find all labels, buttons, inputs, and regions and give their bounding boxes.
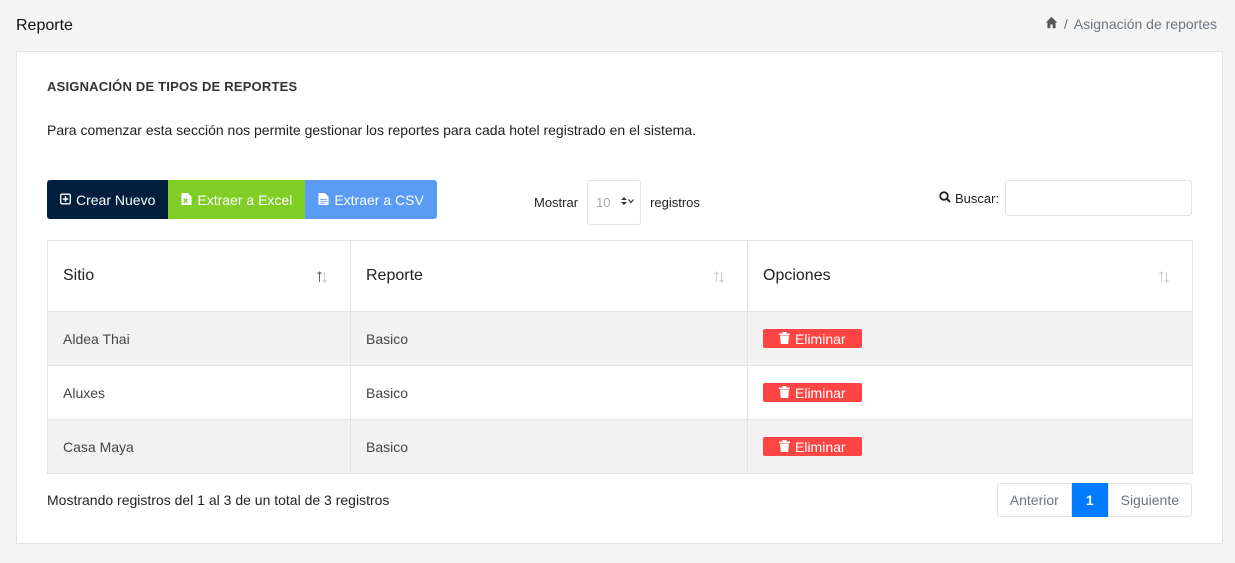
sort-asc-icon xyxy=(316,270,328,284)
select-arrows-icon xyxy=(620,195,635,210)
home-icon[interactable] xyxy=(1045,16,1058,32)
file-text-icon xyxy=(318,192,329,208)
delete-button[interactable]: Eliminar xyxy=(763,383,862,402)
column-header-label: Sitio xyxy=(63,267,95,284)
delete-label: Eliminar xyxy=(795,384,846,401)
breadcrumb: / Asignación de reportes xyxy=(1045,16,1217,32)
export-csv-label: Extraer a CSV xyxy=(334,191,424,208)
trash-icon xyxy=(779,331,790,347)
column-header-label: Reporte xyxy=(366,267,423,284)
breadcrumb-current: Asignación de reportes xyxy=(1073,16,1217,32)
export-csv-button[interactable]: Extraer a CSV xyxy=(305,180,437,219)
section-title: ASIGNACIÓN DE TIPOS DE REPORTES xyxy=(47,79,298,94)
cell-opciones: Eliminar xyxy=(747,365,1193,420)
delete-label: Eliminar xyxy=(795,438,846,455)
search-control: Buscar: xyxy=(939,180,1193,216)
sort-icon xyxy=(713,270,725,284)
create-new-button[interactable]: Crear Nuevo xyxy=(47,180,169,219)
pagination-page-1[interactable]: 1 xyxy=(1071,483,1108,517)
cell-sitio: Aluxes xyxy=(47,365,351,420)
page-title: Reporte xyxy=(16,17,73,34)
search-icon xyxy=(939,190,955,206)
action-button-group: Crear Nuevo Extraer a Excel Extraer a CS… xyxy=(47,180,437,219)
search-input[interactable] xyxy=(1005,180,1193,216)
breadcrumb-separator: / xyxy=(1063,16,1068,32)
main-card: ASIGNACIÓN DE TIPOS DE REPORTES Para com… xyxy=(16,51,1223,544)
pagination-previous[interactable]: Anterior xyxy=(996,483,1072,517)
column-header-reporte[interactable]: Reporte xyxy=(350,240,748,312)
cell-opciones: Eliminar xyxy=(747,311,1193,366)
cell-reporte: Basico xyxy=(350,419,748,474)
table-row: Aldea Thai Basico Eliminar xyxy=(47,311,1193,366)
delete-label: Eliminar xyxy=(795,330,846,347)
length-prefix: Mostrar xyxy=(534,195,579,210)
column-header-label: Opciones xyxy=(763,267,831,284)
delete-button[interactable]: Eliminar xyxy=(763,437,862,456)
cell-sitio: Casa Maya xyxy=(47,419,351,474)
create-new-label: Crear Nuevo xyxy=(76,191,156,208)
pagination-next[interactable]: Siguiente xyxy=(1107,483,1192,517)
column-header-opciones[interactable]: Opciones xyxy=(747,240,1193,312)
length-value: 10 xyxy=(596,195,611,210)
plus-square-icon xyxy=(60,192,71,208)
table-row: Aluxes Basico Eliminar xyxy=(47,365,1193,420)
sort-icon xyxy=(1158,270,1170,284)
length-select[interactable]: 10 xyxy=(587,180,642,225)
cell-reporte: Basico xyxy=(350,365,748,420)
page-length-control: Mostrar 10 registros xyxy=(534,180,700,225)
section-description: Para comenzar esta sección nos permite g… xyxy=(47,122,697,138)
search-label: Buscar: xyxy=(955,190,1000,206)
table-info: Mostrando registros del 1 al 3 de un tot… xyxy=(47,492,390,508)
export-excel-label: Extraer a Excel xyxy=(197,191,293,208)
cell-opciones: Eliminar xyxy=(747,419,1193,474)
reports-table: Sitio Reporte Opciones Aldea Thai Basico… xyxy=(47,240,1193,474)
cell-reporte: Basico xyxy=(350,311,748,366)
trash-icon xyxy=(779,439,790,455)
cell-sitio: Aldea Thai xyxy=(47,311,351,366)
trash-icon xyxy=(779,385,790,401)
table-header-row: Sitio Reporte Opciones xyxy=(47,240,1193,312)
delete-button[interactable]: Eliminar xyxy=(763,329,862,348)
length-suffix: registros xyxy=(650,195,700,210)
pagination: Anterior 1 Siguiente xyxy=(996,483,1192,517)
file-excel-icon xyxy=(181,192,192,208)
column-header-sitio[interactable]: Sitio xyxy=(47,240,351,312)
export-excel-button[interactable]: Extraer a Excel xyxy=(168,180,306,219)
table-row: Casa Maya Basico Eliminar xyxy=(47,419,1193,474)
